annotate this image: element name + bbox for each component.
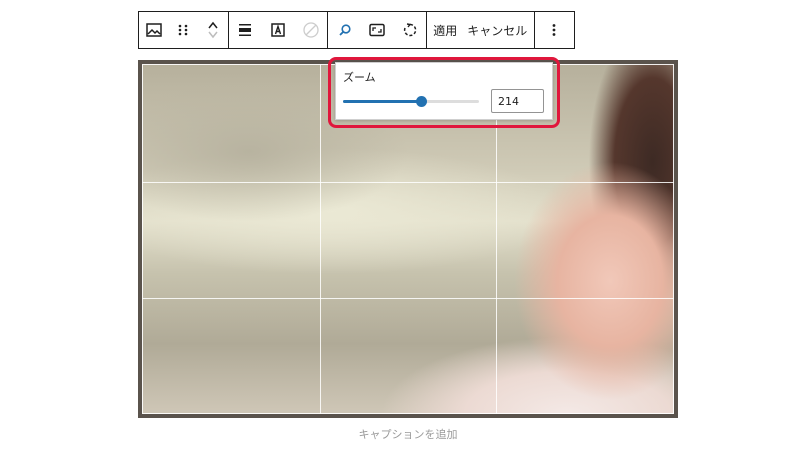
apply-button[interactable]: 適用 — [429, 12, 461, 48]
highlight-frame — [328, 57, 560, 128]
toolbar-group-crop — [328, 12, 428, 48]
toolbar-group-format — [229, 12, 329, 48]
more-options-icon — [552, 24, 556, 36]
block-toolbar: 適用 キャンセル — [138, 11, 575, 49]
caption-placeholder[interactable]: キャプションを追加 — [138, 426, 678, 442]
drag-handle-icon — [179, 24, 188, 36]
move-down-icon[interactable] — [207, 31, 219, 39]
move-up-icon[interactable] — [207, 21, 219, 29]
duotone-button[interactable] — [295, 12, 328, 48]
toolbar-group-options — [535, 12, 574, 48]
align-icon — [239, 24, 252, 36]
zoom-icon — [339, 24, 351, 36]
toolbar-group-block — [139, 12, 229, 48]
toolbar-group-actions: 適用 キャンセル — [427, 12, 535, 48]
duotone-icon — [303, 22, 319, 38]
text-overlay-icon — [271, 23, 285, 37]
rotate-icon — [403, 23, 417, 37]
more-options-button[interactable] — [535, 12, 574, 48]
aspect-ratio-button[interactable] — [361, 12, 394, 48]
rotate-button[interactable] — [393, 12, 426, 48]
image-icon — [146, 23, 162, 37]
text-overlay-button[interactable] — [262, 12, 295, 48]
align-button[interactable] — [229, 12, 262, 48]
aspect-ratio-icon — [369, 23, 385, 37]
drag-handle-button[interactable] — [169, 12, 199, 48]
block-movers — [198, 12, 228, 48]
zoom-button[interactable] — [328, 12, 361, 48]
cancel-button[interactable]: キャンセル — [463, 12, 531, 48]
block-type-button[interactable] — [139, 12, 169, 48]
